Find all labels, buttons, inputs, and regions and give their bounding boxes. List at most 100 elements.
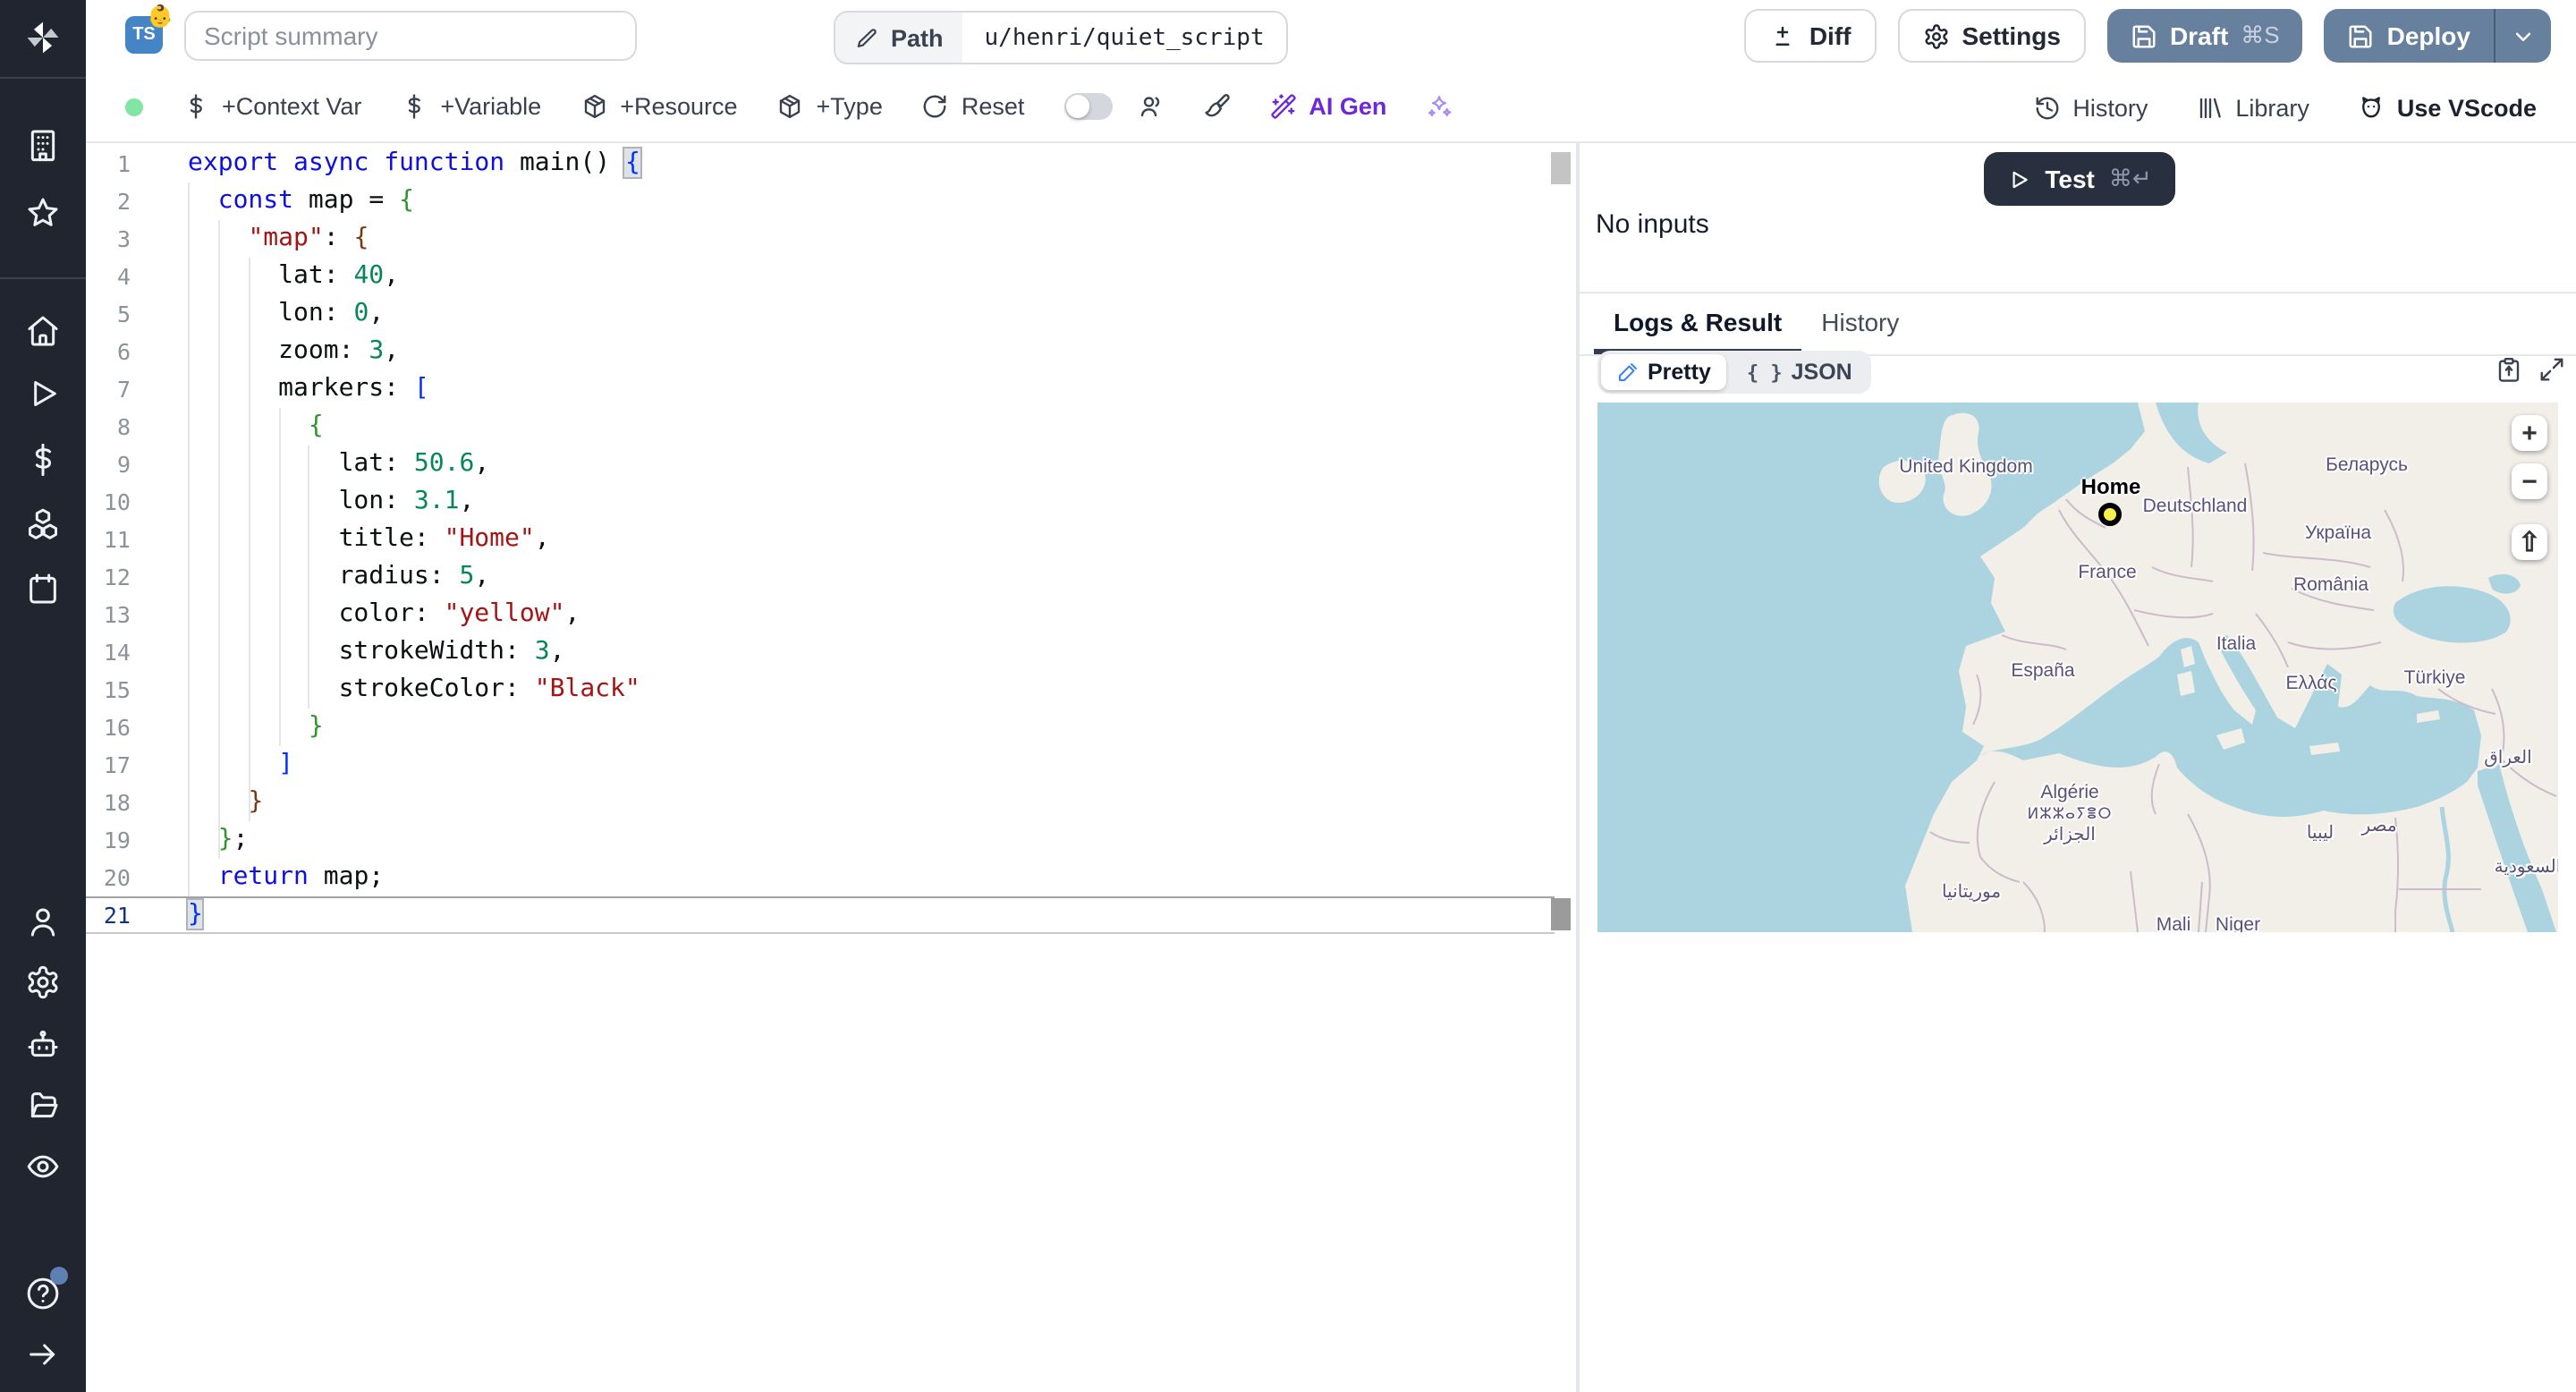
path-control[interactable]: Path u/henri/quiet_script: [834, 11, 1288, 64]
expand-sidebar-arrow-icon[interactable]: [25, 1337, 61, 1372]
line-number: 17: [103, 751, 131, 778]
code-content: export async function main() { const map…: [185, 145, 642, 934]
notification-dot: [50, 1267, 68, 1285]
collab-users-icon[interactable]: [1137, 93, 1164, 120]
code-line: radius: 5,: [188, 562, 490, 590]
ai-robot-icon[interactable]: [25, 1027, 61, 1063]
workspace-building-icon[interactable]: [25, 127, 61, 163]
cat-icon: [2361, 96, 2380, 117]
code-line: zoom: 3,: [188, 336, 400, 365]
diff-icon: [1776, 25, 1791, 45]
code-line: ]: [278, 750, 294, 778]
map-zoom-in-button[interactable]: +: [2512, 415, 2547, 451]
code-line: markers: [: [188, 374, 429, 403]
map-zoom-out-button[interactable]: −: [2512, 463, 2547, 499]
variables-dollar-icon[interactable]: [25, 442, 61, 478]
sparkles-icon[interactable]: [1426, 93, 1453, 120]
map-label: Algérie: [2040, 782, 2099, 803]
diff-mode-toggle[interactable]: [1063, 93, 1113, 120]
code-line: }: [248, 787, 264, 816]
map-label: España: [2011, 660, 2075, 682]
draft-button[interactable]: Draft ⌘S: [2106, 9, 2303, 63]
scrollbar-thumb[interactable]: [1551, 152, 1571, 184]
windmill-logo-icon[interactable]: [23, 18, 63, 57]
map-fit-bounds-button[interactable]: ⇧: [2512, 524, 2547, 560]
line-number: 4: [116, 263, 131, 290]
audit-eye-icon[interactable]: [25, 1149, 61, 1184]
ai-gen-button[interactable]: AI Gen: [1269, 93, 1386, 120]
user-icon[interactable]: [25, 904, 61, 939]
library-icon: [2199, 97, 2221, 118]
line-number: 7: [116, 376, 131, 403]
diff-button[interactable]: Diff: [1744, 9, 1877, 63]
pencil-icon: [857, 28, 877, 47]
dollar-icon: [190, 94, 202, 119]
code-line: export async function main() {: [188, 147, 642, 179]
view-pretty[interactable]: Pretty: [1601, 354, 1727, 390]
run-panel: Test ⌘↵ No inputs Logs & Result History …: [1580, 143, 2576, 1392]
schedules-calendar-icon[interactable]: [25, 571, 61, 607]
use-vscode-button[interactable]: Use VScode: [2358, 94, 2537, 121]
settings-gear-icon[interactable]: [25, 964, 61, 1000]
line-number: 3: [116, 225, 131, 252]
sidebar-divider: [0, 277, 86, 279]
deploy-button[interactable]: Deploy: [2325, 9, 2494, 63]
overview-ruler-cursor-mark: [1551, 898, 1571, 930]
line-number: 10: [103, 488, 131, 515]
result-header: Pretty { } JSON: [1597, 351, 2565, 401]
line-number: 21: [103, 902, 131, 929]
script-summary-input[interactable]: [184, 11, 637, 61]
code-line: strokeWidth: 3,: [188, 637, 565, 666]
help-icon[interactable]: [25, 1267, 68, 1311]
line-number: 18: [103, 789, 131, 816]
test-run-button[interactable]: Test ⌘↵: [1984, 152, 2175, 206]
line-number: 15: [103, 676, 131, 703]
braces-icon: { }: [1746, 361, 1783, 384]
draft-shortcut: ⌘S: [2241, 21, 2280, 48]
runs-play-icon[interactable]: [25, 376, 61, 412]
history-button[interactable]: History: [2033, 94, 2148, 121]
reset-button[interactable]: Reset: [922, 93, 1024, 120]
tab-logs-and-result[interactable]: Logs & Result: [1594, 293, 1802, 354]
view-json[interactable]: { } JSON: [1731, 354, 1868, 390]
add-type-button[interactable]: +Type: [777, 93, 883, 120]
map-label: United Kingdom: [1899, 456, 2033, 478]
path-label: Path: [835, 13, 963, 63]
code-line: lon: 0,: [188, 299, 385, 327]
home-icon[interactable]: [25, 313, 61, 349]
sidebar-divider: [0, 77, 86, 79]
editor-scrollbar[interactable]: [1551, 145, 1571, 1392]
code-line: lat: 50.6,: [188, 449, 490, 478]
line-number: 6: [116, 338, 131, 365]
add-resource-button[interactable]: +Resource: [580, 93, 738, 120]
map-label: ⵍⵣⵣⴰⵢⴻⵔ: [2027, 804, 2113, 822]
add-context-var-button[interactable]: +Context Var: [182, 93, 361, 120]
deploy-dropdown-button[interactable]: [2494, 9, 2551, 63]
tab-history[interactable]: History: [1801, 293, 1919, 354]
home-marker[interactable]: [2098, 503, 2122, 526]
line-number: 13: [103, 601, 131, 628]
deploy-button-group: Deploy: [2324, 9, 2551, 63]
expand-fullscreen-icon[interactable]: [2538, 356, 2565, 383]
dollar-icon: [409, 94, 421, 119]
top-bar: TS 👶 Path u/henri/quiet_script Diff Sett: [86, 0, 2576, 72]
resources-boxes-icon[interactable]: [25, 506, 61, 542]
folders-icon[interactable]: [25, 1088, 61, 1124]
code-line: {: [308, 412, 324, 440]
favorites-star-icon[interactable]: [25, 195, 61, 231]
format-paintbrush-icon[interactable]: [1203, 93, 1230, 120]
settings-button[interactable]: Settings: [1897, 9, 2086, 63]
save-icon: [2350, 24, 2373, 47]
add-variable-button[interactable]: +Variable: [401, 93, 541, 120]
line-number: 11: [103, 526, 131, 553]
line-number: 16: [103, 714, 131, 741]
result-map[interactable]: United Kingdom Беларусь Deutschland Україна…: [1597, 403, 2558, 932]
library-button[interactable]: Library: [2196, 94, 2309, 121]
line-number: 14: [103, 639, 131, 666]
map-label: Niger: [2215, 914, 2261, 932]
code-line: lat: 40,: [188, 261, 400, 290]
map-label: România: [2292, 574, 2369, 596]
code-editor[interactable]: 1 2 3 4 5 6 7 8 9 10 11 12 13 14 15 16 17 18 19 20 21 export…: [86, 143, 1576, 1392]
copy-clipboard-icon[interactable]: [2496, 356, 2522, 383]
map-label: France: [2078, 562, 2137, 583]
